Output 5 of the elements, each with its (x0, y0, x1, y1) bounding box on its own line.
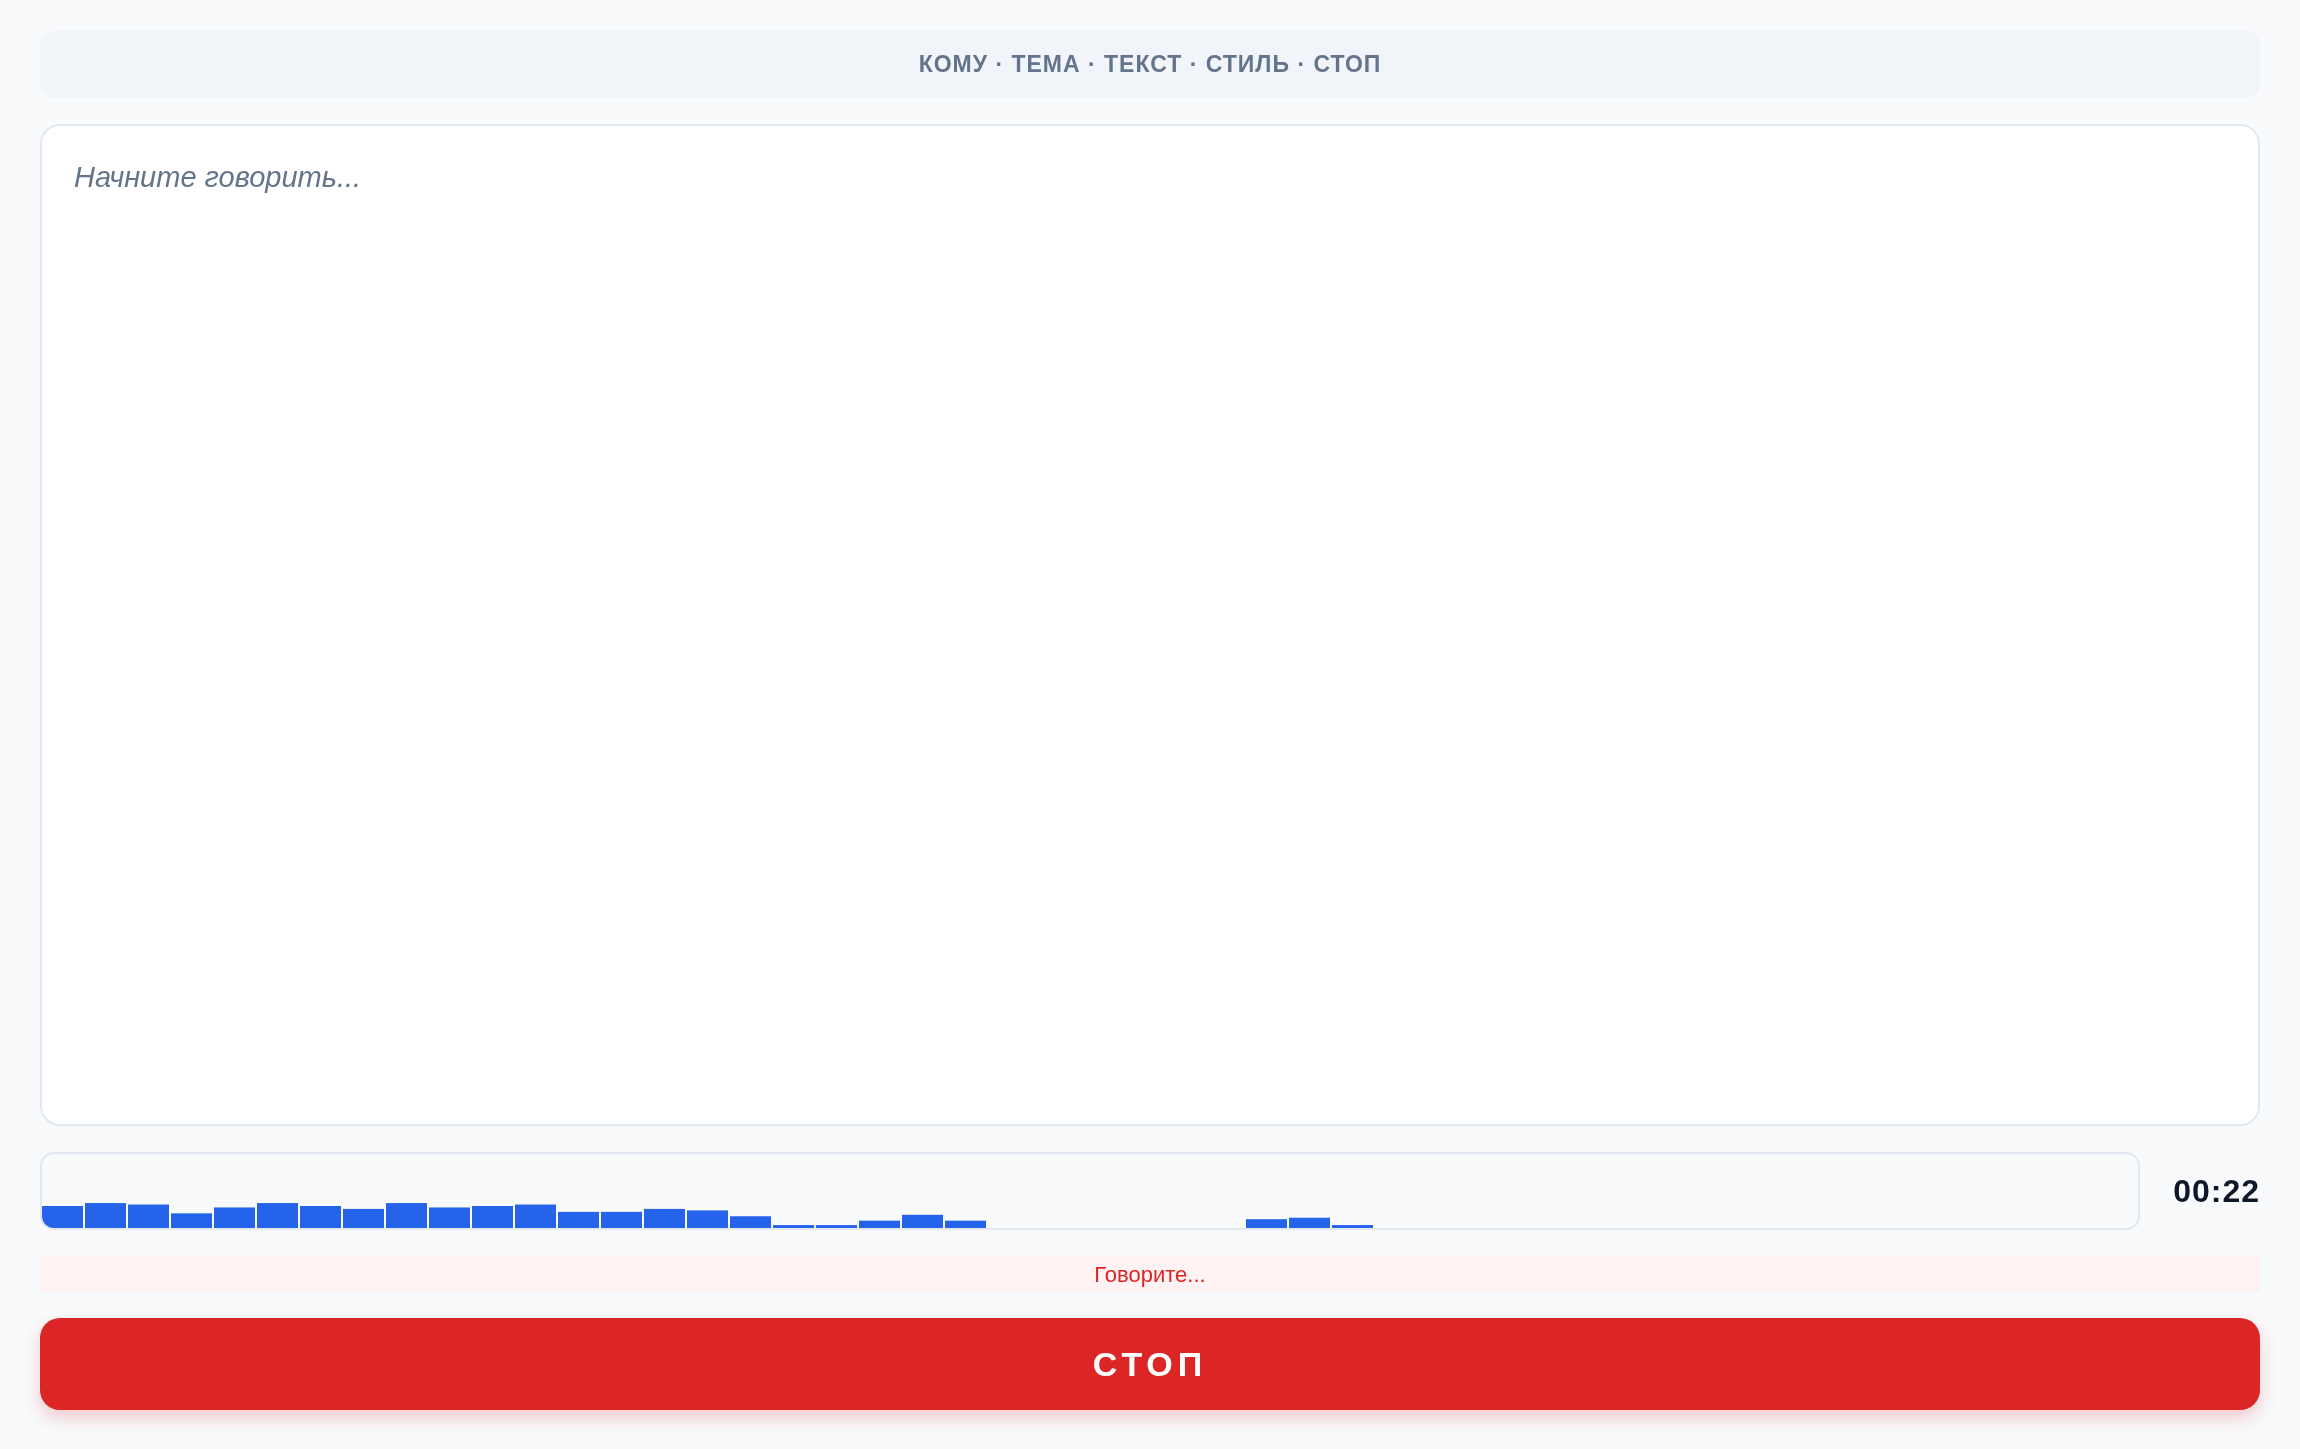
status-message: Говорите... (40, 1256, 2260, 1292)
command-hint-bar: КОМУ · ТЕМА · ТЕКСТ · СТИЛЬ · СТОП (40, 31, 2260, 98)
stop-button[interactable]: СТОП (40, 1318, 2260, 1410)
recording-timer: 00:22 (2172, 1172, 2260, 1211)
transcript-field[interactable]: Начните говорить... (40, 124, 2260, 1126)
